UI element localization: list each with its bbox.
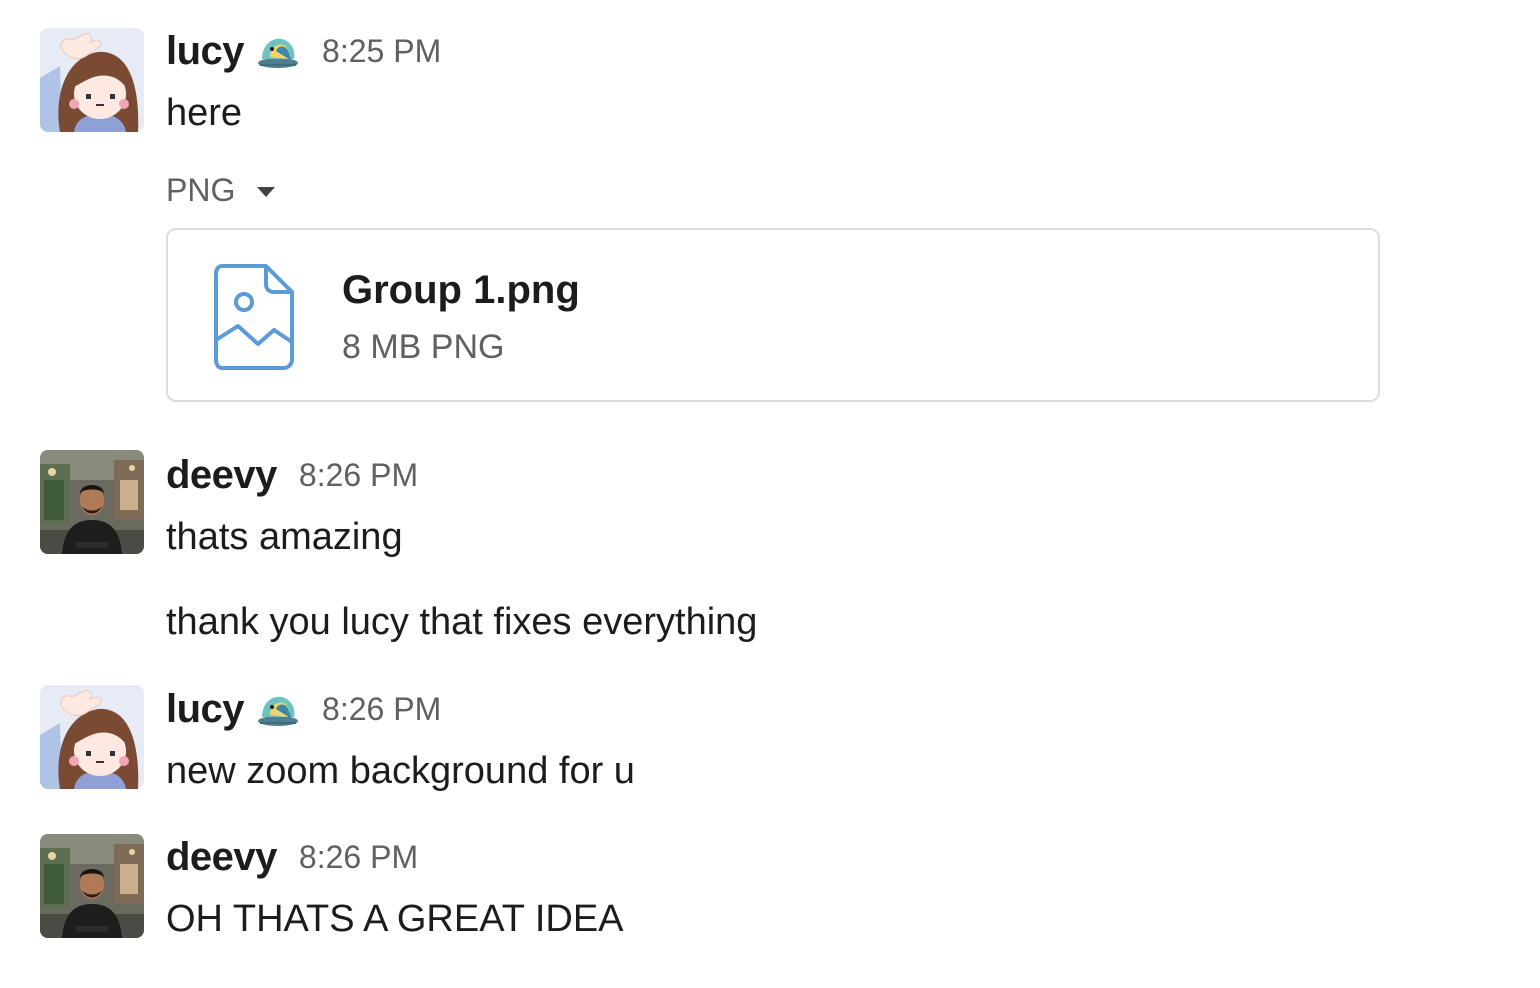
timestamp[interactable]: 8:26 PM xyxy=(322,691,441,728)
message-text: OH THATS A GREAT IDEA xyxy=(166,898,624,940)
timestamp[interactable]: 8:25 PM xyxy=(322,33,441,70)
message-text: thats amazing xyxy=(166,516,403,558)
username[interactable]: deevy xyxy=(166,835,277,880)
avatar[interactable] xyxy=(40,450,144,554)
timestamp[interactable]: 8:26 PM xyxy=(299,839,418,876)
file-name[interactable]: Group 1.png xyxy=(342,268,580,313)
username[interactable]: lucy xyxy=(166,687,245,732)
image-file-icon xyxy=(214,264,296,370)
avatar[interactable] xyxy=(40,28,144,132)
parrot-icon[interactable] xyxy=(256,33,300,69)
username[interactable]: deevy xyxy=(166,453,277,498)
message-header: lucy 8:25 PM xyxy=(166,28,441,74)
avatar[interactable] xyxy=(40,834,144,938)
avatar[interactable] xyxy=(40,685,144,789)
message-text: new zoom background for u xyxy=(166,750,635,792)
message-text: thank you lucy that fixes everything xyxy=(166,601,758,643)
message-header: deevy 8:26 PM xyxy=(166,452,418,498)
file-meta: 8 MB PNG xyxy=(342,328,505,366)
message-header: deevy 8:26 PM xyxy=(166,834,418,880)
caret-down-icon xyxy=(257,187,276,197)
parrot-icon[interactable] xyxy=(256,691,300,727)
file-type-label: PNG xyxy=(166,171,236,208)
message-header: lucy 8:26 PM xyxy=(166,686,441,732)
file-type-toggle[interactable]: PNG xyxy=(166,168,276,212)
message-text: here xyxy=(166,92,243,134)
timestamp[interactable]: 8:26 PM xyxy=(299,457,418,494)
file-attachment-card[interactable]: Group 1.png 8 MB PNG xyxy=(166,228,1380,402)
username[interactable]: lucy xyxy=(166,29,245,74)
